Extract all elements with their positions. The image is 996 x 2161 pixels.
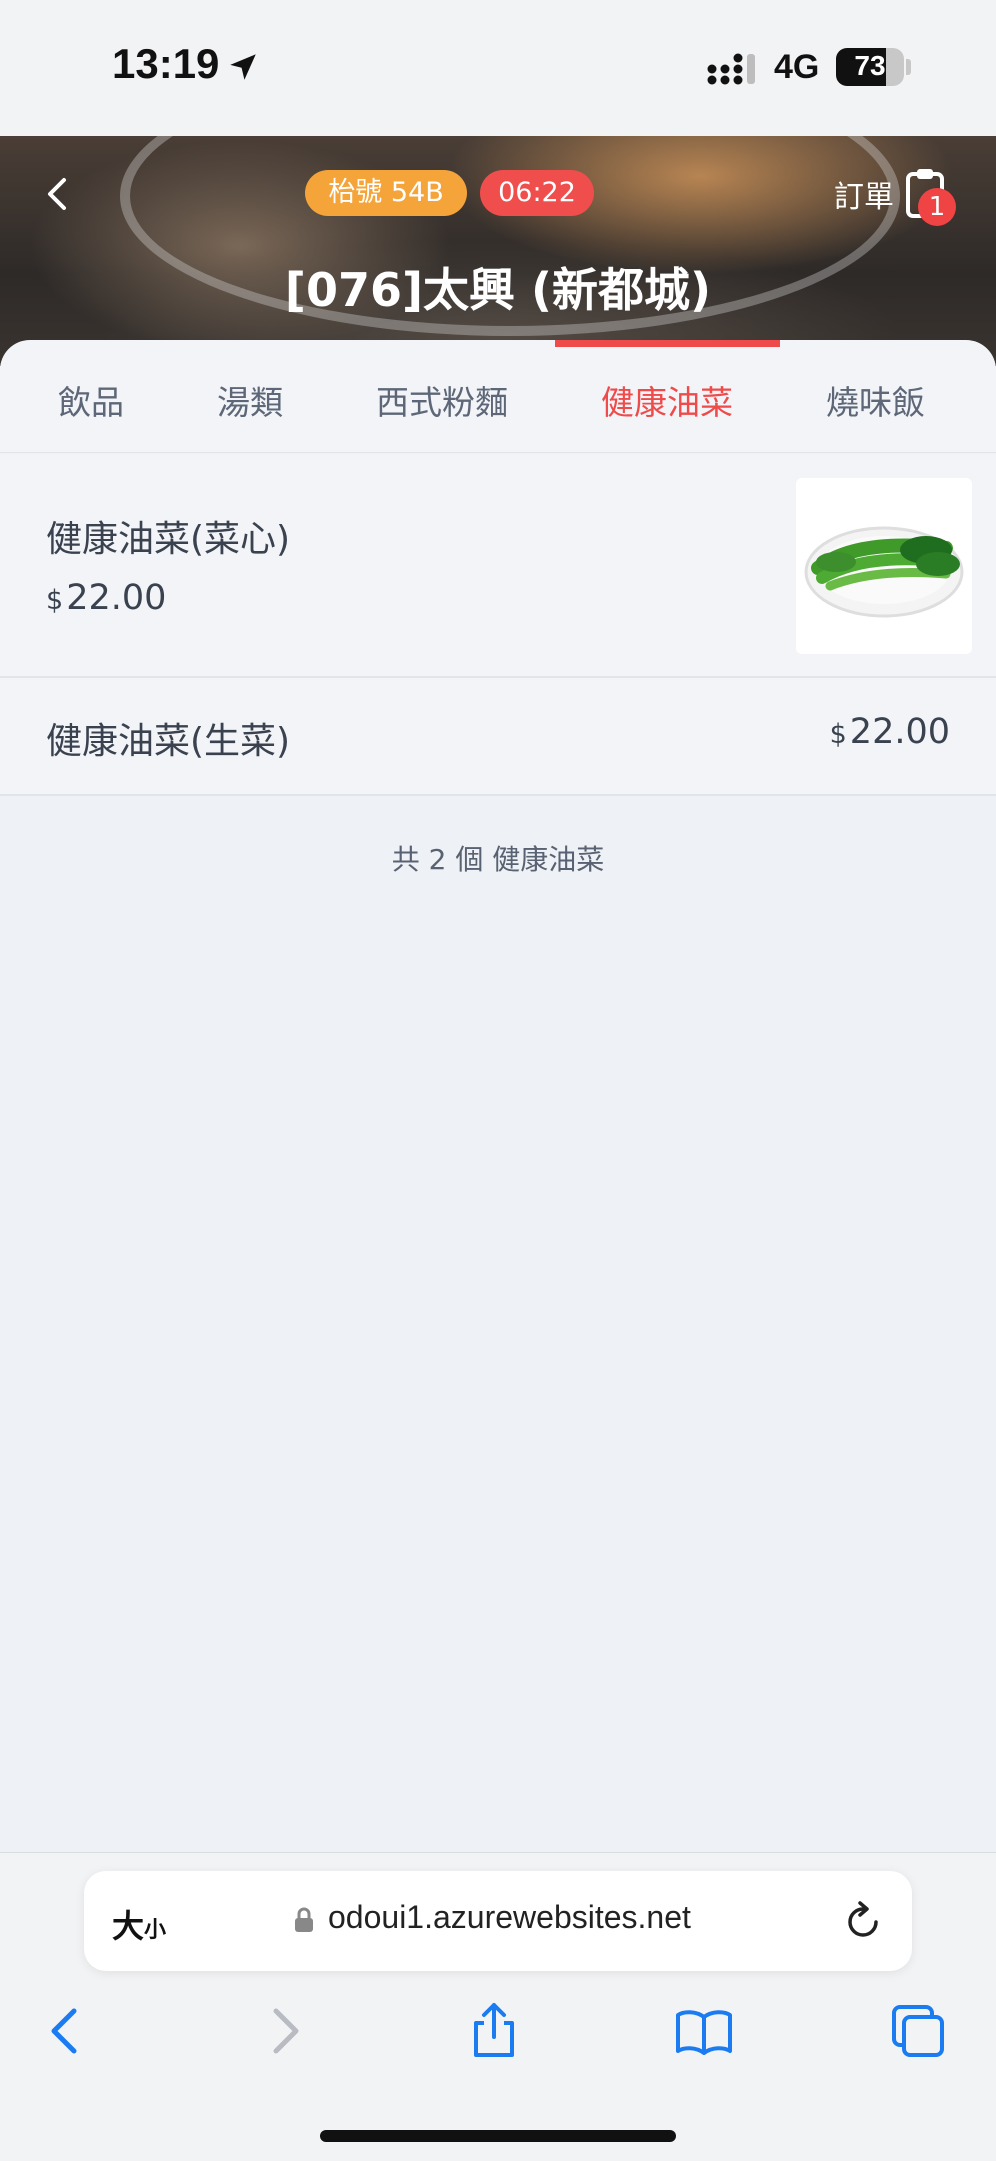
address-bar[interactable]: 大小 odoui1.azurewebsites.net	[84, 1871, 912, 1971]
vegetable-plate-image	[804, 526, 964, 618]
list-item[interactable]: 健康油菜(菜心) $22.00	[0, 454, 996, 678]
status-bar: 13:19 4G 73	[0, 0, 996, 136]
timer-badge: 06:22	[480, 170, 594, 216]
bookmarks-icon[interactable]	[674, 2001, 734, 2061]
home-indicator	[320, 2130, 676, 2142]
item-price: $22.00	[830, 712, 950, 752]
tab-western-noodles[interactable]: 西式粉麵	[376, 376, 508, 424]
battery-percent: 73	[854, 50, 886, 81]
order-count-badge: 1	[918, 188, 956, 226]
signal-icon	[707, 53, 755, 85]
battery-icon: 73	[836, 48, 904, 86]
back-chevron-icon[interactable]	[38, 174, 78, 214]
network-type: 4G	[774, 48, 820, 86]
lock-icon	[295, 1907, 313, 1932]
url-text[interactable]: odoui1.azurewebsites.net	[328, 1899, 691, 1936]
price-value: 22.00	[66, 578, 167, 618]
text-size-big: 大	[112, 1907, 145, 1945]
tab-soups[interactable]: 湯類	[217, 376, 283, 424]
battery-cap	[906, 59, 911, 75]
reload-icon[interactable]	[842, 1901, 884, 1943]
browser-toolbar: 大小 odoui1.azurewebsites.net	[0, 1852, 996, 2161]
nav-back-icon[interactable]	[36, 2001, 96, 2061]
item-name: 健康油菜(菜心)	[46, 519, 291, 560]
share-icon[interactable]	[464, 2001, 524, 2061]
shop-title: [076]太興 (新都城)	[284, 263, 712, 317]
text-size-small: 小	[144, 1918, 167, 1943]
tab-drinks[interactable]: 飲品	[58, 376, 124, 424]
tab-bbq-rice[interactable]: 燒味飯	[826, 376, 925, 424]
table-number-badge: 枱號 54B	[305, 170, 467, 216]
restaurant-header: 枱號 54B 06:22 訂單 1 [076]太興 (新都城)	[0, 136, 996, 366]
tabs-icon[interactable]	[888, 2001, 948, 2061]
item-name: 健康油菜(生菜)	[46, 721, 291, 762]
currency-symbol: $	[46, 585, 64, 616]
text-size-button[interactable]: 大小	[112, 1901, 166, 1947]
currency-symbol: $	[829, 719, 847, 750]
list-item[interactable]: 健康油菜(生菜) $22.00	[0, 678, 996, 796]
item-price: $22.00	[46, 578, 166, 618]
price-value: 22.00	[849, 712, 950, 752]
active-tab-indicator	[555, 340, 780, 347]
tab-healthy-vegetables[interactable]: 健康油菜	[601, 376, 733, 424]
status-time: 13:19	[112, 40, 220, 87]
order-button-label[interactable]: 訂單	[834, 172, 894, 216]
item-image[interactable]	[796, 478, 972, 654]
category-tabs: 飲品 湯類 西式粉麵 健康油菜 燒味飯	[0, 340, 996, 453]
nav-forward-icon[interactable]	[254, 2001, 314, 2061]
location-arrow-icon	[230, 54, 256, 80]
category-item-count: 共 2 個 健康油菜	[391, 843, 605, 876]
